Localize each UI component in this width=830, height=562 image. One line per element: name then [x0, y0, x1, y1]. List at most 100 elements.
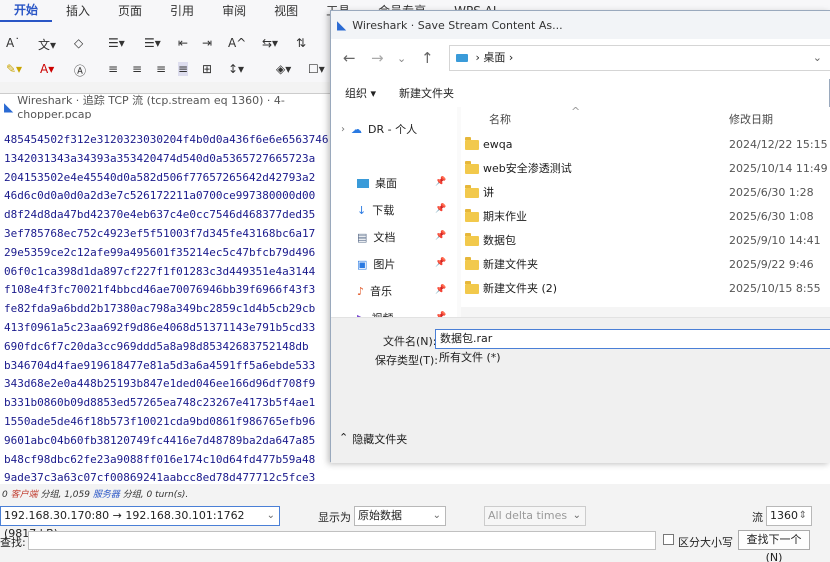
nav-item-pictures[interactable]: ▣ 图片 [357, 256, 395, 272]
chevron-right-icon: › [341, 123, 345, 135]
desktop-folder-icon [456, 54, 468, 62]
file-name: 期末作业 [483, 210, 527, 223]
font-color-icon[interactable]: A▾ [40, 62, 54, 76]
file-row[interactable]: 讲 2025/6/30 1:28 [461, 181, 830, 205]
align-center-icon[interactable]: ≡ [132, 62, 142, 76]
highlight-icon[interactable]: ✎▾ [6, 62, 22, 76]
nav-item-music[interactable]: ♪ 音乐 [357, 283, 392, 299]
file-row[interactable]: 新建文件夹 (2) 2025/10/15 8:55 [461, 277, 830, 301]
align-right-icon[interactable]: ≡ [156, 62, 166, 76]
organize-label: 组织 [345, 87, 367, 100]
filetype-value: 所有文件 (*) [439, 351, 501, 364]
folder-icon [465, 233, 479, 246]
decrease-indent-icon[interactable]: ⇤ [178, 36, 188, 50]
file-name: 新建文件夹 [483, 258, 538, 271]
folder-icon [465, 209, 479, 222]
find-next-button[interactable]: 查找下一个(N) [738, 530, 810, 562]
justify-icon[interactable]: ≡ [178, 62, 189, 76]
dialog-navigation: ← → ⌄ ↑ › 桌面 › ⌄ [331, 39, 830, 79]
font-case-icon[interactable]: A˙ [6, 36, 20, 50]
show-as-select[interactable]: 原始数据 ⌄ [354, 506, 446, 526]
filetype-label: 保存类型(T): [375, 354, 439, 367]
file-row[interactable]: 期末作业 2025/6/30 1:08 [461, 205, 830, 229]
status-suffix: 分组, 0 turn(s). [122, 490, 189, 500]
pin-icon[interactable]: 📌 [435, 204, 446, 214]
filename-input[interactable]: 数据包.rar [435, 329, 830, 349]
pin-icon[interactable]: 📌 [435, 177, 446, 187]
bullet-list-icon[interactable]: ☰▾ [108, 36, 125, 50]
numbered-list-icon[interactable]: ☰▾ [144, 36, 161, 50]
pin-icon[interactable]: 📌 [435, 258, 446, 268]
new-folder-button[interactable]: 新建文件夹 [399, 85, 454, 101]
distribute-icon[interactable]: ⊞ [202, 62, 212, 76]
column-header-name[interactable]: 名称 [489, 111, 511, 127]
filetype-select[interactable]: 所有文件 (*) [435, 349, 830, 369]
text-direction-icon[interactable]: ⇆▾ [262, 36, 278, 50]
server-label: 服务器 [92, 490, 120, 500]
navigation-pane: › ☁ DR - 个人 桌面 📌 ↓ 下载 📌 ▤ 文档 📌 ▣ 图片 📌 ♪ … [331, 107, 457, 325]
stream-line: 9ade37c3a63c07cf00869241aabcc8ed78d47771… [4, 471, 316, 484]
forward-arrow-icon[interactable]: → [371, 49, 384, 67]
file-date: 2024/12/22 15:15 [729, 138, 828, 151]
nav-item-label: 文档 [373, 231, 396, 244]
nav-item-downloads[interactable]: ↓ 下载 [357, 202, 394, 218]
music-icon: ♪ [357, 284, 365, 298]
case-sensitive-checkbox[interactable] [663, 534, 674, 545]
font-size-icon[interactable]: A^ [228, 36, 246, 50]
eraser-icon[interactable]: ◇ [74, 36, 83, 50]
file-row[interactable]: web安全渗透测试 2025/10/14 11:49 [461, 157, 830, 181]
chevron-down-icon[interactable]: ⌄ [813, 46, 822, 70]
file-date: 2025/9/10 14:41 [729, 234, 821, 247]
pin-icon[interactable]: 📌 [435, 285, 446, 295]
wps-tab-home[interactable]: 开始 [0, 0, 53, 22]
wps-tab-page[interactable]: 页面 [104, 0, 156, 22]
file-date: 2025/6/30 1:08 [729, 210, 814, 223]
nav-item-onedrive[interactable]: › ☁ DR - 个人 [341, 121, 417, 137]
sort-icon[interactable]: ⇅ [296, 36, 306, 50]
shading-icon[interactable]: ◈▾ [276, 62, 291, 76]
recent-locations-icon[interactable]: ⌄ [397, 52, 406, 65]
wps-tab-review[interactable]: 审阅 [208, 0, 260, 22]
breadcrumb-desktop[interactable]: 桌面 [483, 51, 505, 64]
status-prefix: 0 [2, 490, 8, 500]
border-icon[interactable]: ☐▾ [308, 62, 325, 76]
align-left-icon[interactable]: ≡ [108, 62, 118, 76]
char-shading-icon[interactable]: Ⓐ [74, 62, 86, 79]
file-row[interactable]: 数据包 2025/9/10 14:41 [461, 229, 830, 253]
find-bar: 查找: 区分大小写 查找下一个(N) [0, 530, 830, 562]
stream-controls: 192.168.30.170:80 → 192.168.30.101:1762 … [0, 506, 830, 540]
pin-icon[interactable]: 📌 [435, 231, 446, 241]
wps-tab-view[interactable]: 视图 [260, 0, 312, 22]
dialog-save-options: 文件名(N): 数据包.rar 保存类型(T): 所有文件 (*) ⌃ 隐藏文件… [331, 317, 830, 463]
file-date: 2025/10/15 8:55 [729, 282, 821, 295]
nav-item-label: DR - 个人 [368, 123, 418, 136]
conversation-select[interactable]: 192.168.30.170:80 → 192.168.30.101:1762 … [0, 506, 280, 540]
wps-tab-references[interactable]: 引用 [156, 0, 208, 22]
spin-arrows-icon[interactable]: ⇕ [799, 507, 807, 525]
breadcrumb-separator-icon: › [475, 51, 480, 64]
back-arrow-icon[interactable]: ← [343, 49, 356, 67]
column-header-modified[interactable]: 修改日期 [729, 111, 773, 127]
nav-item-documents[interactable]: ▤ 文档 [357, 229, 395, 245]
find-input[interactable] [28, 531, 656, 550]
chevron-up-icon: ⌃ [339, 431, 349, 444]
up-arrow-icon[interactable]: ↑ [421, 49, 434, 67]
file-date: 2025/6/30 1:28 [729, 186, 814, 199]
file-row[interactable]: 新建文件夹 2025/9/22 9:46 [461, 253, 830, 277]
delta-times-select[interactable]: All delta times ⌄ [484, 506, 586, 526]
desktop-icon [357, 178, 369, 188]
phonetic-guide-icon[interactable]: 文▾ [38, 36, 56, 53]
dialog-title: Wireshark · Save Stream Content As... [352, 18, 563, 32]
address-bar[interactable]: › 桌面 › ⌄ [449, 45, 830, 71]
increase-indent-icon[interactable]: ⇥ [202, 36, 212, 50]
line-spacing-icon[interactable]: ↕▾ [228, 62, 244, 76]
case-sensitive-label: 区分大小写 [678, 536, 733, 549]
nav-item-desktop[interactable]: 桌面 [357, 175, 397, 191]
hide-folders-toggle[interactable]: ⌃ 隐藏文件夹 [339, 431, 407, 447]
nav-item-label: 下载 [372, 204, 395, 217]
file-row[interactable]: ewqa 2024/12/22 15:15 [461, 133, 830, 157]
horizontal-scrollbar[interactable] [461, 307, 830, 317]
organize-menu[interactable]: 组织 ▾ [345, 85, 376, 101]
wps-tab-insert[interactable]: 插入 [52, 0, 104, 22]
stream-number-spinbox[interactable]: 1360 ⇕ [766, 506, 812, 526]
